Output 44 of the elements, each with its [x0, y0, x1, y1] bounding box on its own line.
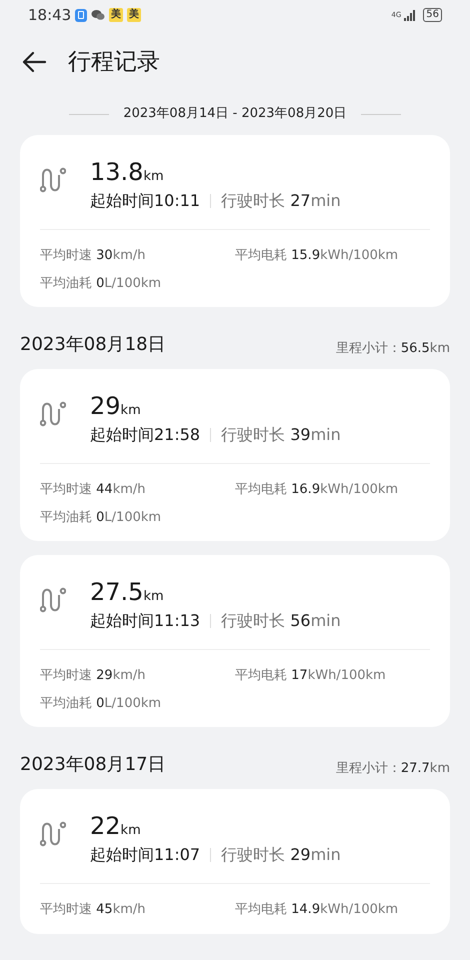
app-icon: 美 [127, 8, 142, 22]
trip-stat: 平均时速 29km/h [40, 667, 146, 685]
trip-stat: 平均时速 30km/h [40, 247, 146, 265]
app-icon [75, 8, 88, 22]
distance-unit: km [120, 402, 141, 420]
app-icon: 美 [109, 8, 124, 22]
distance-unit: km [143, 168, 164, 186]
drive-duration: 行驶时长 39min [221, 424, 341, 446]
drive-duration: 行驶时长 29min [221, 844, 341, 866]
trip-distance: 27.5 [90, 577, 144, 607]
trip-distance: 13.8 [90, 157, 144, 187]
drive-duration: 行驶时长 27min [221, 190, 341, 212]
trip-stat: 平均油耗 0L/100km [40, 694, 162, 712]
drive-duration: 行驶时长 56min [221, 610, 341, 632]
page-title: 行程记录 [68, 48, 160, 77]
trip-stat: 平均时速 44km/h [40, 481, 146, 499]
trip-stat: 平均油耗 0L/100km [40, 508, 162, 526]
trip-stat: 平均电耗 15.9kWh/100km [235, 247, 400, 265]
distance-unit: km [143, 588, 164, 606]
chat-icon [91, 9, 106, 21]
route-icon [40, 821, 66, 847]
trip-stat: 平均电耗 14.9kWh/100km [235, 901, 400, 919]
battery-indicator: 56 [423, 8, 442, 22]
signal-icon [404, 10, 416, 20]
section-date: 2023年08月17日 [20, 753, 166, 777]
trip-stat: 平均时速 45km/h [40, 901, 146, 919]
date-range: 2023年08月14日 - 2023年08月20日 [123, 105, 347, 124]
start-time: 起始时间21:58 [90, 424, 200, 446]
trip-stat: 平均油耗 0L/100km [40, 274, 162, 292]
start-time: 起始时间11:13 [90, 610, 200, 632]
route-icon [40, 167, 66, 193]
route-icon [40, 587, 66, 613]
trip-distance: 22 [90, 811, 121, 841]
section-date: 2023年08月18日 [20, 333, 166, 357]
trip-stat: 平均电耗 16.9kWh/100km [235, 481, 400, 499]
distance-unit: km [120, 822, 141, 840]
trip-distance: 29 [90, 391, 121, 421]
mileage-subtotal: 里程小计：56.5km [336, 340, 450, 358]
start-time: 起始时间10:11 [90, 190, 200, 212]
route-icon [40, 401, 66, 427]
mileage-subtotal: 里程小计：27.7km [336, 760, 450, 778]
start-time: 起始时间11:07 [90, 844, 200, 866]
trip-stat: 平均电耗 17kWh/100km [235, 667, 387, 685]
status-time: 18:43 [28, 4, 72, 26]
